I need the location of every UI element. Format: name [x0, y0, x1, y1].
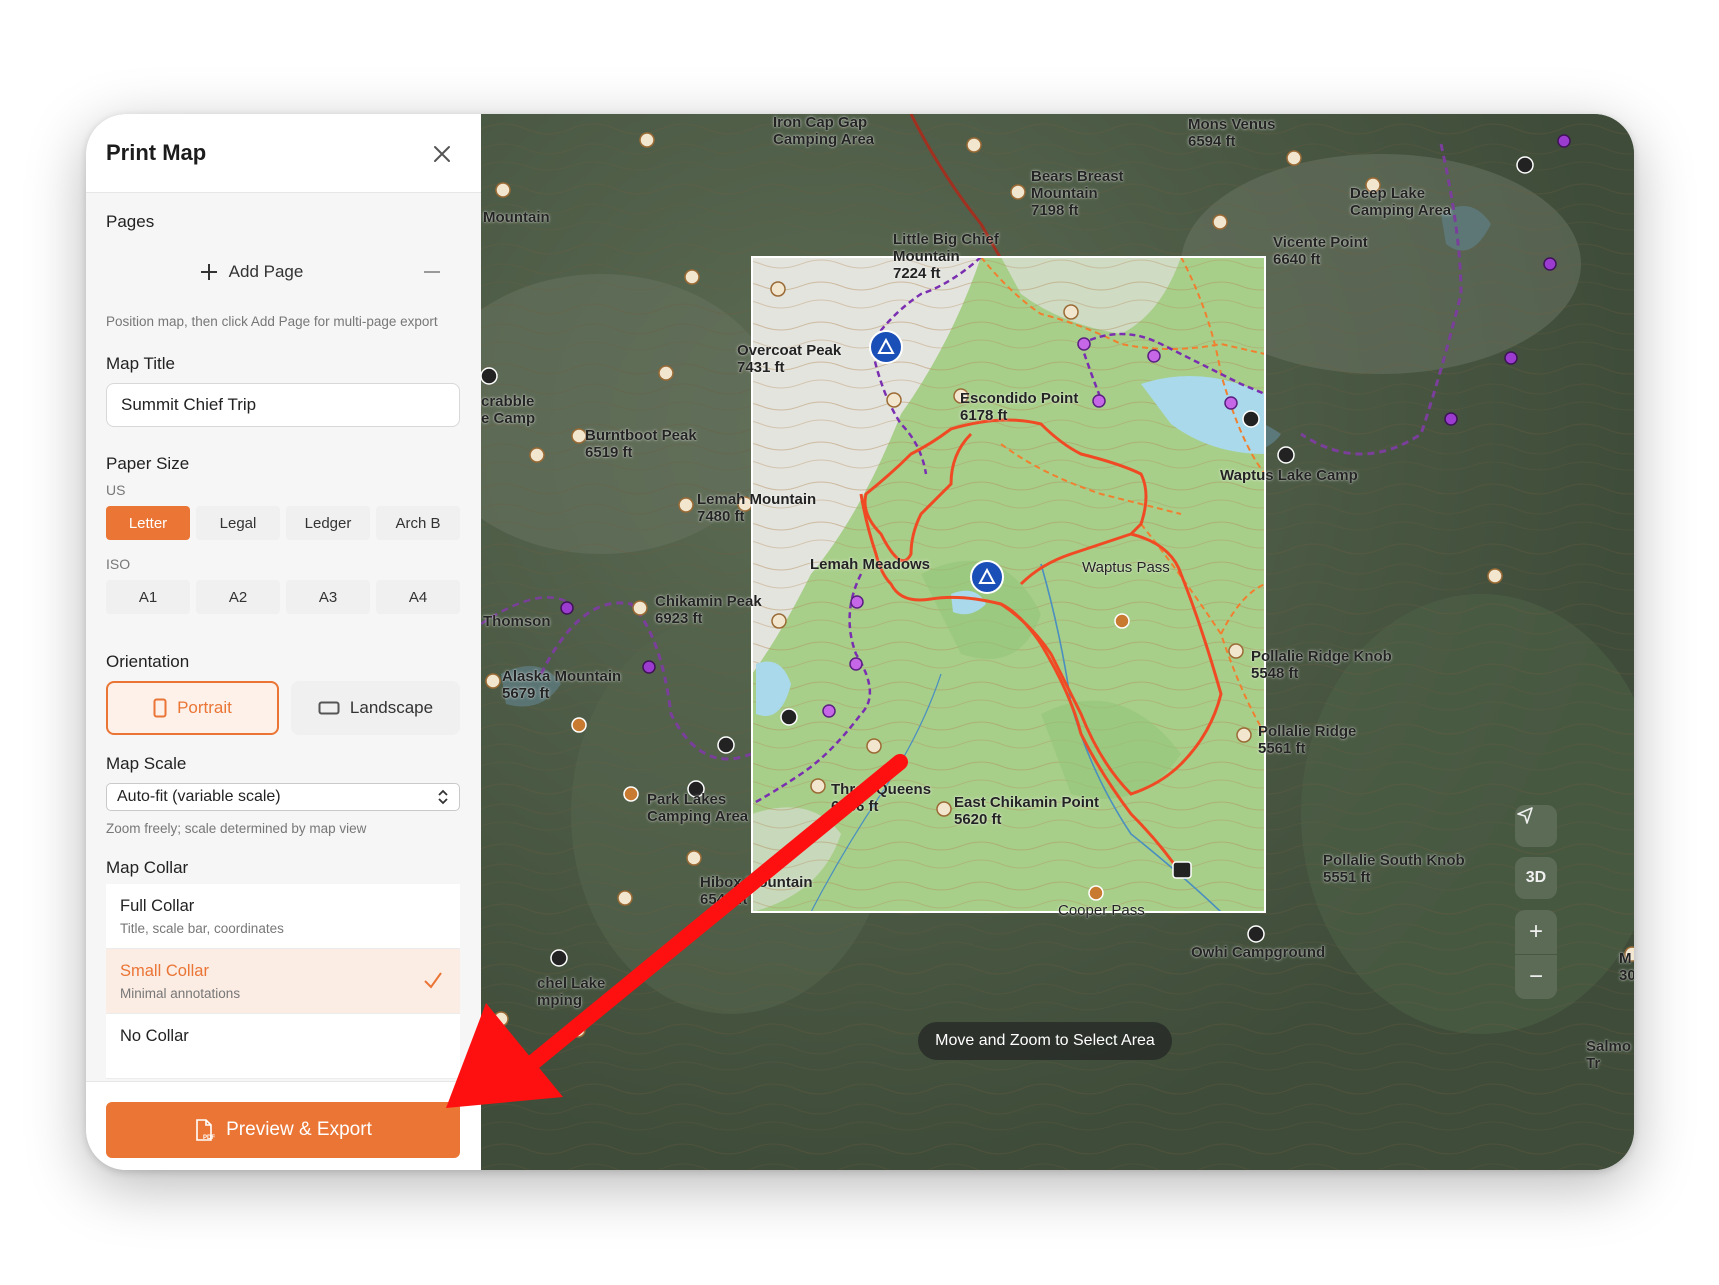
label-burntboot: Burntboot Peak 6519 ft — [585, 427, 697, 461]
navigation-arrow-icon — [1517, 807, 1533, 824]
topo-map — [481, 114, 1634, 1170]
add-page-label: Add Page — [228, 262, 304, 281]
portrait-icon — [153, 698, 167, 718]
label-waptus-pass: Waptus Pass — [1082, 559, 1170, 576]
pages-hint: Position map, then click Add Page for mu… — [106, 314, 438, 329]
paper-legal[interactable]: Legal — [196, 506, 280, 540]
minus-icon — [424, 271, 440, 273]
plus-icon — [200, 264, 217, 280]
locate-button[interactable] — [1515, 805, 1557, 847]
label-mountain: Mountain — [483, 209, 550, 226]
label-three-queens: Three Queens 6686 ft — [831, 781, 932, 815]
paper-letter[interactable]: Letter — [106, 506, 190, 540]
orientation-options: Portrait Landscape — [106, 681, 460, 735]
orientation-label: Orientation — [106, 652, 190, 671]
close-button[interactable] — [426, 138, 458, 170]
paper-ledger[interactable]: Ledger — [286, 506, 370, 540]
label-little-big-chief: Little Big Chief Mountain 7224 ft — [893, 231, 999, 282]
collar-full[interactable]: Full Collar Title, scale bar, coordinate… — [106, 884, 460, 949]
label-pollalie-knob: Pollalie Ridge Knob 5548 ft — [1251, 648, 1392, 682]
map-scale-select[interactable]: Auto-fit (variable scale) — [106, 783, 460, 811]
paper-a2[interactable]: A2 — [196, 580, 280, 614]
landscape-label: Landscape — [349, 698, 434, 717]
label-mons-venus: Mons Venus 6594 ft — [1188, 116, 1276, 150]
iso-label: ISO — [106, 556, 131, 572]
collar-full-desc: Title, scale bar, coordinates — [120, 921, 284, 936]
orientation-landscape[interactable]: Landscape — [291, 681, 460, 735]
label-alaska: Alaska Mountain 5679 ft — [502, 668, 622, 702]
label-lemah-mtn: Lemah Mountain 7480 ft — [697, 491, 817, 525]
panel-footer: PDF Preview & Export — [86, 1081, 481, 1170]
chevron-updown-icon — [438, 789, 448, 805]
paper-a1[interactable]: A1 — [106, 580, 190, 614]
label-vicente: Vicente Point 6640 ft — [1273, 234, 1368, 268]
collar-none-name: No Collar — [120, 1027, 189, 1045]
iso-paper-options: A1 A2 A3 A4 — [106, 580, 460, 614]
toggle-3d-button[interactable]: 3D — [1515, 857, 1557, 899]
zoom-in-button[interactable]: + — [1515, 910, 1557, 954]
paper-a3[interactable]: A3 — [286, 580, 370, 614]
map-collar-list: Full Collar Title, scale bar, coordinate… — [106, 884, 460, 1084]
map-title-input[interactable] — [106, 383, 460, 427]
paper-arch-b[interactable]: Arch B — [376, 506, 460, 540]
pdf-badge: PDF — [203, 1135, 215, 1141]
map-scale-hint: Zoom freely; scale determined by map vie… — [106, 821, 367, 836]
map-view[interactable]: Iron Cap Gap Camping Area Mons Venus 6594 … — [481, 114, 1634, 1170]
collar-small-name: Small Collar — [120, 962, 209, 980]
map-scale-value: Auto-fit (variable scale) — [117, 788, 281, 805]
paper-a4[interactable]: A4 — [376, 580, 460, 614]
us-label: US — [106, 482, 126, 498]
map-scale-label: Map Scale — [106, 754, 187, 773]
label-pollalie-south: Pollalie South Knob 5551 ft — [1323, 852, 1465, 886]
label-overcoat: Overcoat Peak 7431 ft — [737, 342, 842, 376]
paper-size-label: Paper Size — [106, 454, 190, 473]
landscape-icon — [318, 701, 340, 715]
label-rachel: chel Lake mping — [537, 975, 606, 1009]
select-area-toast: Move and Zoom to Select Area — [918, 1022, 1172, 1060]
label-lemah-meadows: Lemah Meadows — [810, 556, 931, 573]
label-thomson: Thomson — [483, 613, 551, 630]
label-salmo: Salmo Tr — [1586, 1038, 1632, 1072]
check-icon — [424, 972, 442, 989]
map-title-label: Map Title — [106, 354, 175, 373]
label-park-lakes: Park Lakes Camping Area — [647, 791, 749, 825]
pages-label: Pages — [106, 212, 155, 231]
map-collar-label: Map Collar — [106, 858, 189, 877]
preview-export-label: Preview & Export — [226, 1119, 372, 1140]
label-hibox: Hibox Mountain 6549 ft — [700, 874, 813, 908]
preview-export-button[interactable]: PDF Preview & Export — [106, 1102, 460, 1158]
panel-title: Print Map — [106, 140, 207, 165]
collar-small-desc: Minimal annotations — [120, 986, 241, 1001]
pdf-file-icon: PDF — [196, 1119, 215, 1141]
us-paper-options: Letter Legal Ledger Arch B — [106, 506, 460, 540]
remove-page-button[interactable] — [404, 250, 460, 294]
label-escondido: Escondido Point 6178 ft — [960, 390, 1079, 424]
label-pollalie-ridge: Pollalie Ridge 5561 ft — [1258, 723, 1357, 757]
label-east-chikamin: East Chikamin Point 5620 ft — [954, 794, 1100, 828]
label-waptus-lake: Waptus Lake Camp — [1220, 467, 1358, 484]
zoom-out-button[interactable]: − — [1515, 955, 1557, 999]
collar-full-name: Full Collar — [120, 897, 195, 915]
panel-header: Print Map — [86, 114, 481, 193]
label-iron-cap: Iron Cap Gap Camping Area — [773, 114, 875, 148]
label-bears-breast: Bears Breast Mountain 7198 ft — [1031, 168, 1124, 219]
label-chikamin: Chikamin Peak 6923 ft — [655, 593, 762, 627]
label-deep-lake: Deep Lake Camping Area — [1350, 185, 1452, 219]
close-icon — [434, 146, 450, 162]
add-page-button[interactable]: Add Page — [106, 250, 396, 294]
label-cooper-pass: Cooper Pass — [1058, 902, 1145, 919]
print-map-panel: Print Map Pages Add Page Position map, t… — [86, 114, 481, 1170]
label-owhi: Owhi Campground — [1191, 944, 1326, 961]
collar-small[interactable]: Small Collar Minimal annotations — [106, 949, 460, 1014]
label-m30: M 30 — [1619, 950, 1634, 984]
label-scrabble: crabble e Camp — [481, 393, 536, 427]
orientation-portrait[interactable]: Portrait — [106, 681, 279, 735]
app-window: Print Map Pages Add Page Position map, t… — [86, 114, 1634, 1170]
portrait-label: Portrait — [177, 698, 232, 717]
collar-none[interactable]: No Collar — [106, 1014, 460, 1079]
